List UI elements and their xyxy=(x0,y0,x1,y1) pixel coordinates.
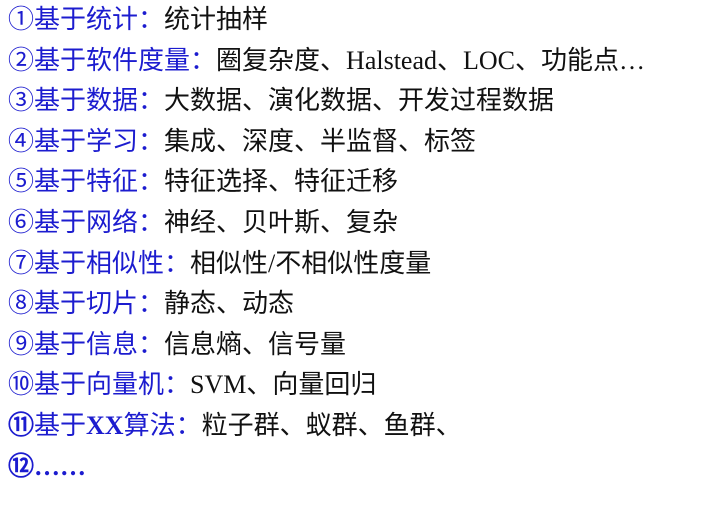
item-number: ⑤ xyxy=(8,167,35,197)
item-description: 静态、动态 xyxy=(164,289,295,319)
item-description: 相似性/不相似性度量 xyxy=(190,248,432,278)
item-number: ⑧ xyxy=(8,289,35,319)
method-list: ①基于统计：统计抽样 ②基于软件度量：圈复杂度、Halstead、LOC、功能点… xyxy=(8,0,723,487)
item-label: 基于XX算法 xyxy=(34,410,176,440)
item-separator: ： xyxy=(175,410,202,440)
item-label: 基于信息 xyxy=(34,329,139,359)
list-item: ⑨基于信息：信息熵、信号量 xyxy=(8,325,723,366)
list-item: ⑤基于特征：特征选择、特征迁移 xyxy=(8,162,723,203)
item-description: 特征选择、特征迁移 xyxy=(164,167,399,197)
item-description: 统计抽样 xyxy=(164,5,269,34)
item-label: 基于数据 xyxy=(34,86,139,116)
item-description: 集成、深度、半监督、标签 xyxy=(164,126,477,156)
item-separator: ： xyxy=(138,167,165,197)
item-label: 基于学习 xyxy=(34,126,139,156)
item-number: ⑪ xyxy=(8,410,35,440)
item-separator: ： xyxy=(138,5,165,34)
item-separator: ： xyxy=(138,329,165,359)
item-description: 粒子群、蚁群、鱼群、 xyxy=(201,410,462,440)
list-item: ④基于学习：集成、深度、半监督、标签 xyxy=(8,122,723,163)
item-separator: ： xyxy=(138,207,165,237)
item-label: 基于向量机 xyxy=(34,370,165,400)
list-item: ②基于软件度量：圈复杂度、Halstead、LOC、功能点… xyxy=(8,41,723,82)
list-item: ③基于数据：大数据、演化数据、开发过程数据 xyxy=(8,81,723,122)
item-description: 大数据、演化数据、开发过程数据 xyxy=(164,86,555,116)
list-item: ⑦基于相似性：相似性/不相似性度量 xyxy=(8,244,723,285)
list-item: ①基于统计：统计抽样 xyxy=(8,0,723,41)
list-item: ⑪基于XX算法：粒子群、蚁群、鱼群、 xyxy=(8,406,723,447)
item-separator: ： xyxy=(138,86,165,116)
item-number: ⑦ xyxy=(8,248,35,278)
item-number: ④ xyxy=(8,126,35,156)
list-item: ⑩基于向量机：SVM、向量回归 xyxy=(8,365,723,406)
item-label: …… xyxy=(34,451,87,481)
item-number: ⑩ xyxy=(8,370,35,400)
item-label: 基于网络 xyxy=(34,207,139,237)
item-description: 信息熵、信号量 xyxy=(164,329,347,359)
item-number: ① xyxy=(8,5,35,34)
item-separator: ： xyxy=(190,45,217,75)
item-description: SVM、向量回归 xyxy=(190,370,377,400)
item-description: 圈复杂度、Halstead、LOC、功能点… xyxy=(216,45,646,75)
item-number: ⑫ xyxy=(8,451,35,481)
list-item: ⑧基于切片：静态、动态 xyxy=(8,284,723,325)
item-label-emphasis: XX xyxy=(86,410,124,440)
item-number: ③ xyxy=(8,86,35,116)
item-separator: ： xyxy=(138,289,165,319)
item-label: 基于切片 xyxy=(34,289,139,319)
item-description: 神经、贝叶斯、复杂 xyxy=(164,207,399,237)
item-separator: ： xyxy=(164,248,191,278)
list-item: ⑥基于网络：神经、贝叶斯、复杂 xyxy=(8,203,723,244)
item-separator: ： xyxy=(164,370,191,400)
item-label: 基于相似性 xyxy=(34,248,165,278)
item-separator: ： xyxy=(138,126,165,156)
item-number: ⑨ xyxy=(8,329,35,359)
list-item: ⑫…… xyxy=(8,447,723,488)
item-number: ② xyxy=(8,45,35,75)
item-label: 基于软件度量 xyxy=(34,45,191,75)
item-label: 基于特征 xyxy=(34,167,139,197)
item-number: ⑥ xyxy=(8,207,35,237)
item-label: 基于统计 xyxy=(34,5,139,34)
